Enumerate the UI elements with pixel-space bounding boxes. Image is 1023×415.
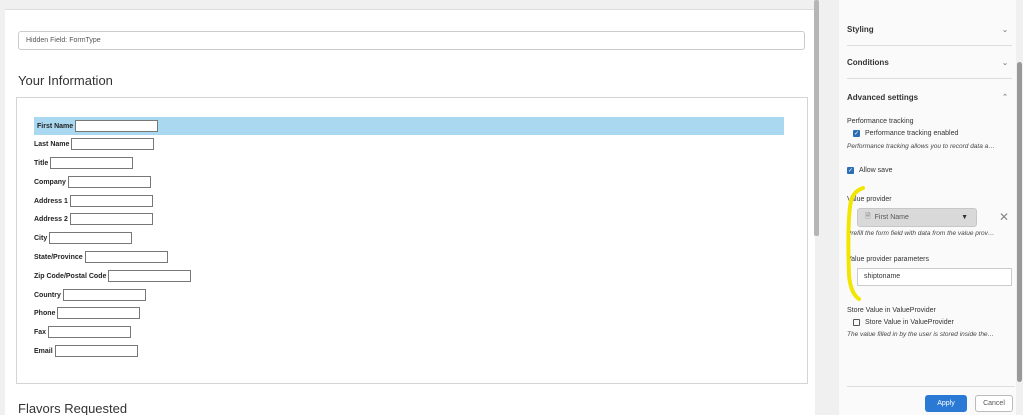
last-name-input[interactable] <box>71 138 155 150</box>
cancel-button[interactable]: Cancel <box>975 395 1013 412</box>
your-information-form: First Name Last Name Title Company Addre… <box>16 97 808 384</box>
close-icon[interactable]: ✕ <box>999 210 1009 224</box>
field-row-address-1: Address 1 <box>34 192 153 210</box>
checkbox-checked-icon: ✓ <box>847 167 854 174</box>
field-row-title: Title <box>34 154 134 172</box>
country-input[interactable] <box>62 289 146 301</box>
section-title-your-information: Your Information <box>18 73 113 88</box>
company-input[interactable] <box>67 176 151 188</box>
accordion-advanced-settings[interactable]: Advanced settings ⌃ <box>847 81 1012 113</box>
field-label: Zip Code/Postal Code <box>34 272 107 280</box>
field-label: Phone <box>34 309 56 317</box>
chevron-down-icon: ⌄ <box>1002 59 1008 67</box>
allow-save-checkbox[interactable]: ✓ Allow save <box>847 167 892 174</box>
email-input[interactable] <box>54 345 138 357</box>
chevron-down-icon: ⌄ <box>1002 26 1008 34</box>
field-row-email: Email <box>34 342 138 360</box>
accordion-label: Advanced settings <box>847 92 919 102</box>
field-row-address-2: Address 2 <box>34 210 153 228</box>
field-row-company: Company <box>34 173 151 191</box>
field-label: City <box>34 234 48 242</box>
first-name-input[interactable] <box>75 120 159 132</box>
accordion-conditions[interactable]: Conditions ⌄ <box>847 47 1012 79</box>
performance-tracking-checkbox[interactable]: ✓ Performance tracking enabled <box>853 130 958 137</box>
caret-down-icon: ▼ <box>961 214 968 221</box>
store-value-hint: The value filled in by the user is store… <box>847 331 995 338</box>
field-row-zip: Zip Code/Postal Code <box>34 267 192 285</box>
document-icon: 🗎 <box>865 213 871 220</box>
field-label: Company <box>34 178 66 186</box>
field-label: Address 1 <box>34 197 68 205</box>
field-row-state: State/Province <box>34 248 168 266</box>
field-label: Email <box>34 347 53 355</box>
field-label: Address 2 <box>34 215 68 223</box>
form-page: Hidden Field: FormType Your Information … <box>5 9 815 415</box>
value-provider-parameters-input[interactable]: shiptoname <box>857 268 1012 286</box>
performance-tracking-hint: Performance tracking allows you to recor… <box>847 143 995 150</box>
phone-input[interactable] <box>57 307 141 319</box>
performance-tracking-label: Performance tracking <box>847 118 914 125</box>
field-row-fax: Fax <box>34 323 132 341</box>
store-value-checkbox[interactable]: Store Value in ValueProvider <box>853 319 954 326</box>
field-label: Fax <box>34 328 47 336</box>
value-provider-parameters-label: Value provider parameters <box>847 256 929 263</box>
field-label: Title <box>34 159 49 167</box>
panel-scrollbar-thumb[interactable] <box>1017 62 1022 382</box>
field-row-phone: Phone <box>34 304 141 322</box>
chevron-up-icon: ⌃ <box>1002 94 1008 101</box>
properties-panel: Styling ⌄ Conditions ⌄ Advanced settings… <box>839 0 1016 415</box>
field-row-country: Country <box>34 286 146 304</box>
accordion-styling[interactable]: Styling ⌄ <box>847 14 1012 46</box>
canvas-scrollbar[interactable] <box>814 0 819 236</box>
field-label: Country <box>34 291 61 299</box>
apply-button[interactable]: Apply <box>925 395 967 412</box>
accordion-label: Conditions <box>847 58 889 67</box>
panel-footer-divider <box>847 386 1015 387</box>
checkbox-label: Performance tracking enabled <box>865 130 959 137</box>
select-value: First Name <box>874 214 909 221</box>
checkbox-unchecked-icon <box>853 319 860 326</box>
field-row-city: City <box>34 229 133 247</box>
field-row-first-name[interactable]: First Name <box>34 117 784 135</box>
checkbox-label: Store Value in ValueProvider <box>865 319 954 326</box>
city-input[interactable] <box>49 232 133 244</box>
zip-input[interactable] <box>108 270 192 282</box>
value-provider-select[interactable]: 🗎 First Name ▼ <box>857 208 977 227</box>
store-value-label: Store Value in ValueProvider <box>847 307 936 314</box>
field-label: First Name <box>37 122 74 130</box>
fax-input[interactable] <box>48 326 132 338</box>
checkbox-checked-icon: ✓ <box>853 130 860 137</box>
address-1-input[interactable] <box>69 195 153 207</box>
state-input[interactable] <box>84 251 168 263</box>
field-row-last-name: Last Name <box>34 135 155 153</box>
field-label: Last Name <box>34 140 70 148</box>
address-2-input[interactable] <box>69 213 153 225</box>
accordion-label: Styling <box>847 25 874 34</box>
field-label: State/Province <box>34 253 83 261</box>
hidden-field-formtype[interactable]: Hidden Field: FormType <box>18 31 805 50</box>
value-provider-label: Value provider <box>847 196 892 203</box>
checkbox-label: Allow save <box>859 167 893 174</box>
form-canvas: Hidden Field: FormType Your Information … <box>0 0 820 415</box>
title-input[interactable] <box>50 157 134 169</box>
value-provider-hint: Prefill the form field with data from th… <box>847 230 995 237</box>
section-title-flavors-requested: Flavors Requested <box>18 401 128 415</box>
